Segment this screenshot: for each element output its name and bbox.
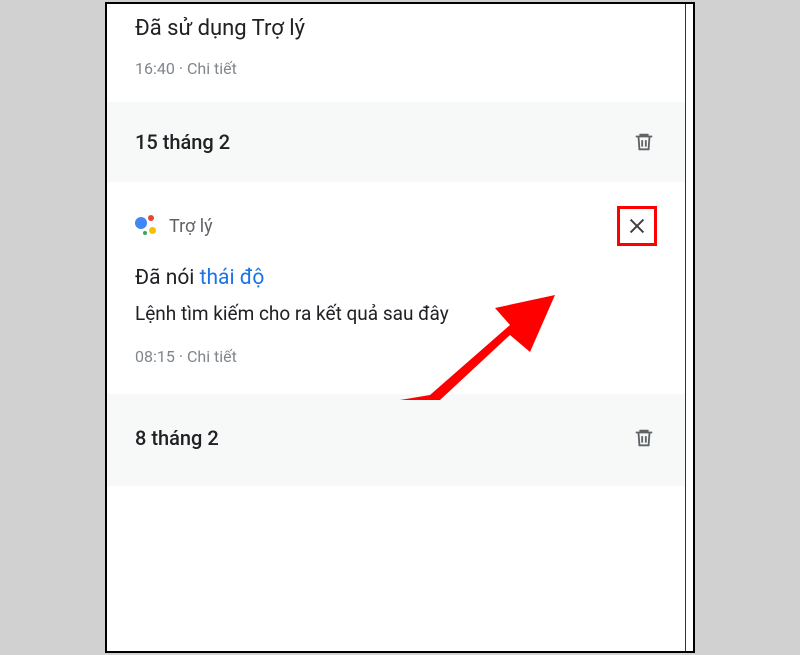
trash-icon <box>633 129 655 155</box>
activity-meta: 08:15 · Chi tiết <box>135 347 657 366</box>
activity-item-prev[interactable]: Đã sử dụng Trợ lý 16:40 · Chi tiết <box>107 4 685 102</box>
app-row: Trợ lý <box>135 215 213 237</box>
date-header-1: 15 tháng 2 <box>107 102 685 182</box>
delete-day-button[interactable] <box>631 424 657 452</box>
trash-icon <box>633 425 655 451</box>
phone-frame: Đã sử dụng Trợ lý 16:40 · Chi tiết 15 th… <box>105 2 695 653</box>
result-text: Lệnh tìm kiếm cho ra kết quả sau đây <box>135 302 657 325</box>
date-label: 15 tháng 2 <box>135 130 230 154</box>
activity-header: Trợ lý <box>135 206 657 246</box>
delete-item-button[interactable] <box>617 206 657 246</box>
delete-day-button[interactable] <box>631 128 657 156</box>
activity-title: Đã sử dụng Trợ lý <box>135 16 657 41</box>
app-name: Trợ lý <box>169 216 213 237</box>
close-icon <box>626 215 648 237</box>
details-link[interactable]: Chi tiết <box>187 347 237 366</box>
date-header-2: 8 tháng 2 <box>107 394 685 486</box>
spoken-keyword: thái độ <box>200 266 265 290</box>
spoken-text: Đã nói thái độ <box>135 266 657 290</box>
date-label: 8 tháng 2 <box>135 426 219 450</box>
scrollbar[interactable] <box>685 4 693 651</box>
activity-item-main[interactable]: Trợ lý Đã nói thái độ Lệnh tìm kiếm cho … <box>107 182 685 394</box>
activity-list: Đã sử dụng Trợ lý 16:40 · Chi tiết 15 th… <box>107 4 685 651</box>
activity-meta: 16:40 · Chi tiết <box>135 59 657 78</box>
assistant-icon <box>135 215 157 237</box>
details-link[interactable]: Chi tiết <box>187 59 237 78</box>
